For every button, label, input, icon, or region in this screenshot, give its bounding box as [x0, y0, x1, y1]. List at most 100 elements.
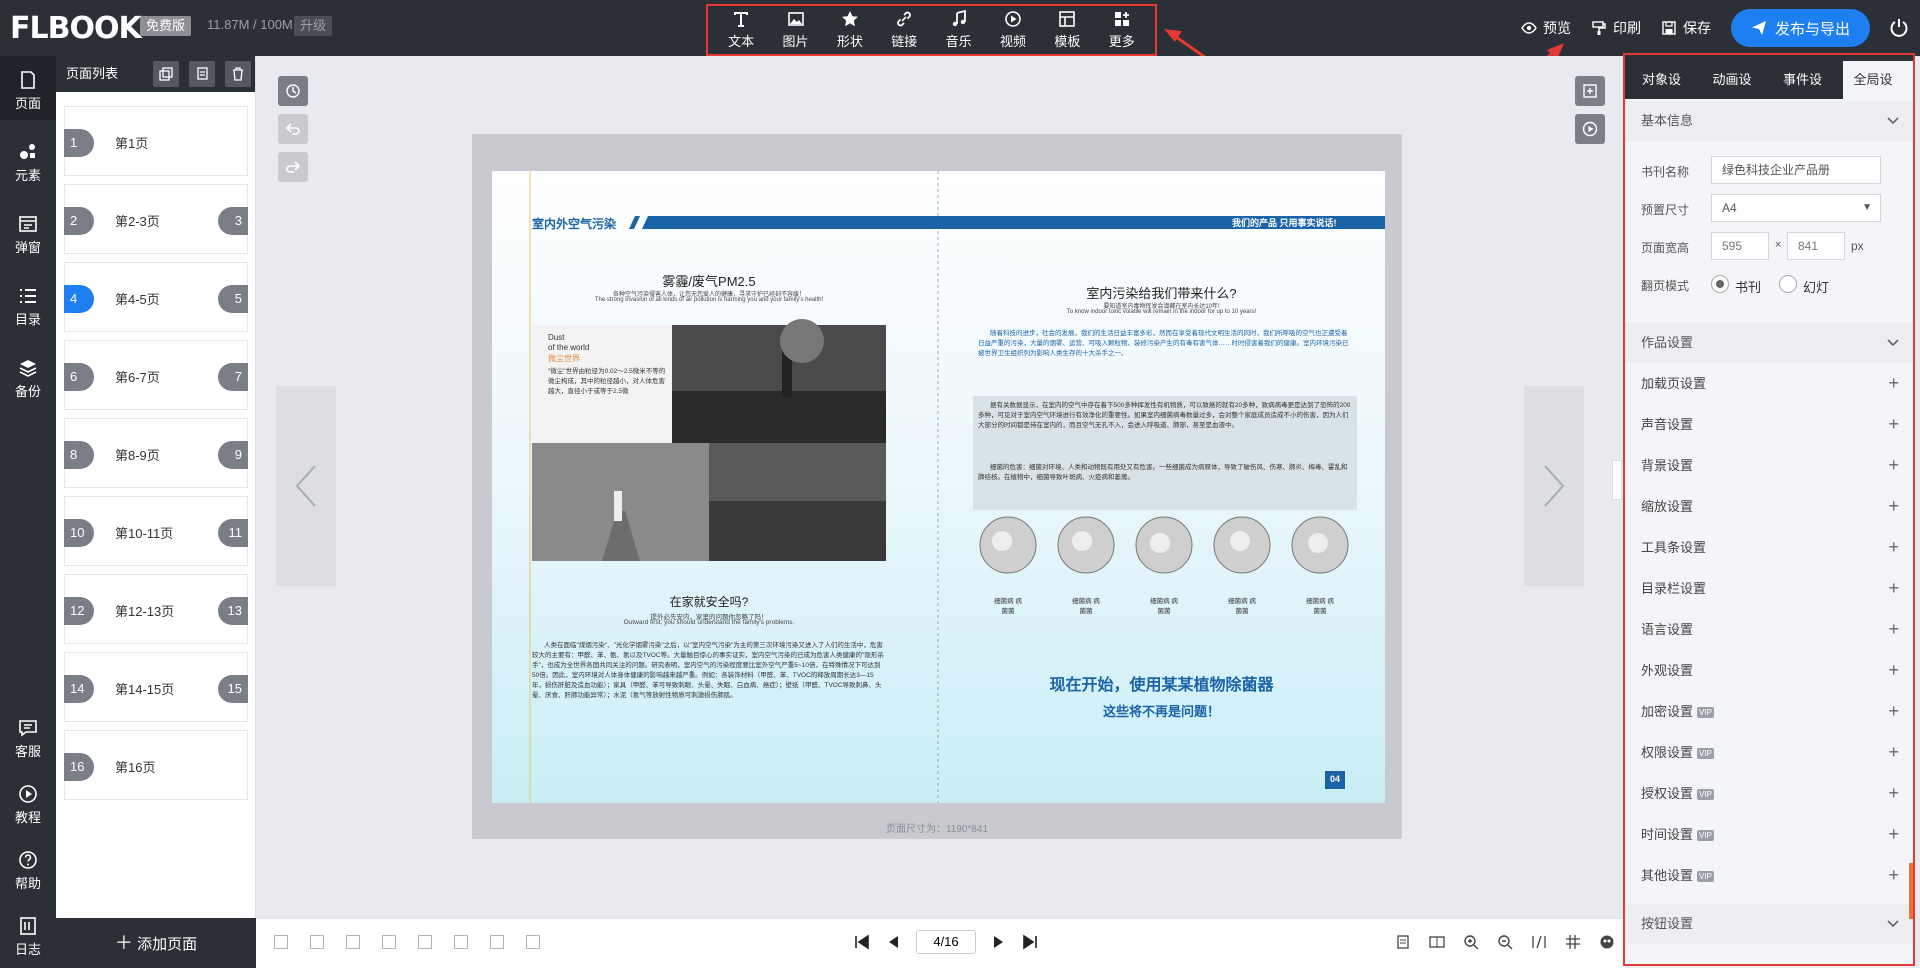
last-page-icon[interactable] [1022, 934, 1038, 950]
section-work-settings[interactable]: 作品设置 [1625, 323, 1913, 363]
prev-page-button[interactable] [276, 386, 336, 586]
page-card[interactable]: 4 5 第4-5页 [64, 262, 248, 332]
settings-item[interactable]: 工具条设置 + [1625, 527, 1913, 568]
nav-log[interactable]: 日志 [0, 916, 56, 958]
zoom-out-icon[interactable] [1497, 934, 1513, 950]
duplicate-page-button[interactable] [189, 61, 215, 87]
delete-page-button[interactable] [225, 61, 251, 87]
power-icon[interactable] [1888, 17, 1910, 39]
double-page-icon[interactable] [1429, 934, 1445, 950]
pages-icon [197, 67, 208, 80]
tool-link[interactable]: 链接 [891, 10, 917, 50]
settings-item[interactable]: 权限设置 VIP + [1625, 732, 1913, 773]
tab-global-settings[interactable]: 全局设置 [1842, 61, 1913, 125]
nav-elements[interactable]: 元素 [0, 142, 56, 184]
page-card[interactable]: 14 15 第14-15页 [64, 652, 248, 722]
prev-page-icon[interactable] [886, 934, 902, 950]
align-right-icon[interactable] [346, 935, 360, 949]
next-page-button[interactable] [1524, 386, 1584, 586]
vip-badge: VIP [1697, 871, 1714, 883]
print-button[interactable]: 印刷 [1591, 18, 1641, 38]
flip-book-radio[interactable] [1711, 275, 1729, 293]
icon-caption: 细菌病 病菌菌 [1228, 598, 1256, 615]
align-tools [274, 935, 562, 949]
align-bottom-icon[interactable] [454, 935, 468, 949]
settings-item[interactable]: 背景设置 + [1625, 445, 1913, 486]
nav-backup[interactable]: 备份 [0, 358, 56, 400]
settings-item[interactable]: 缩放设置 + [1625, 486, 1913, 527]
tool-more[interactable]: 更多 [1109, 10, 1135, 50]
nav-support[interactable]: 客服 [0, 718, 56, 760]
page-number-input[interactable]: 4/16 [916, 930, 976, 954]
preset-size-select[interactable]: A4 ▼ [1711, 194, 1881, 222]
book-name-input[interactable]: 绿色科技企业产品册 [1711, 156, 1881, 184]
add-page-button[interactable]: ＋ 添加页面 [56, 918, 256, 968]
page-card[interactable]: 8 9 第8-9页 [64, 418, 248, 488]
page-card[interactable]: 16 第16页 [64, 730, 248, 800]
tool-text[interactable]: 文本 [728, 10, 754, 50]
settings-item[interactable]: 加密设置 VIP + [1625, 691, 1913, 732]
plus-icon: + [1888, 742, 1899, 762]
zoom-in-icon[interactable] [1463, 934, 1479, 950]
page-card[interactable]: 2 3 第2-3页 [64, 184, 248, 254]
first-page-icon[interactable] [854, 934, 870, 950]
section-button-settings[interactable]: 按钮设置 [1625, 904, 1913, 944]
settings-item[interactable]: 外观设置 + [1625, 650, 1913, 691]
page-card[interactable]: 1 第1页 [64, 106, 248, 176]
upgrade-button[interactable]: 升级 [294, 16, 333, 36]
tab-object-settings[interactable]: 对象设置 [1631, 61, 1702, 125]
tool-music[interactable]: 音乐 [946, 10, 972, 50]
settings-item[interactable]: 加载页设置 + [1625, 363, 1913, 404]
play-preview-button[interactable] [1575, 114, 1605, 144]
settings-item[interactable]: 语言设置 + [1625, 609, 1913, 650]
flip-slide-radio[interactable] [1779, 275, 1797, 293]
tool-shape[interactable]: 形状 [837, 10, 863, 50]
distribute-v-icon[interactable] [526, 935, 540, 949]
nav-tutorial[interactable]: 教程 [0, 784, 56, 826]
next-page-icon[interactable] [990, 934, 1006, 950]
align-left-icon[interactable] [274, 935, 288, 949]
ruler-icon[interactable] [1531, 934, 1547, 950]
book-spread[interactable]: 室内外空气污染 我们的产品 只用事实说话! 雾霾/废气PM2.5 各种空气污染侵… [492, 171, 1385, 803]
align-center-icon[interactable] [310, 935, 324, 949]
nav-toc[interactable]: 目录 [0, 286, 56, 328]
distribute-h-icon[interactable] [490, 935, 504, 949]
page-card[interactable]: 10 11 第10-11页 [64, 496, 248, 566]
settings-item[interactable]: 其他设置 VIP + [1625, 855, 1913, 896]
settings-item[interactable]: 时间设置 VIP + [1625, 814, 1913, 855]
tool-video[interactable]: 视频 [1000, 10, 1026, 50]
section-basic-info[interactable]: 基本信息 [1625, 101, 1913, 141]
link-icon [897, 11, 912, 27]
align-top-icon[interactable] [382, 935, 396, 949]
trash-icon [233, 67, 243, 81]
single-page-icon[interactable] [1395, 934, 1411, 950]
theme-icon[interactable] [1599, 934, 1615, 950]
nav-page[interactable]: 页面 [0, 56, 56, 120]
panel-scrollbar[interactable] [1909, 863, 1913, 919]
settings-item[interactable]: 授权设置 VIP + [1625, 773, 1913, 814]
publish-button[interactable]: 发布与导出 [1730, 9, 1870, 47]
collapse-handle-right[interactable] [1612, 460, 1622, 500]
page-height-input[interactable]: 841 [1787, 232, 1845, 260]
copy-page-button[interactable] [153, 61, 179, 87]
page-card[interactable]: 12 13 第12-13页 [64, 574, 248, 644]
preview-button[interactable]: 预览 [1521, 18, 1571, 38]
tool-image[interactable]: 图片 [783, 10, 809, 50]
undo-button[interactable] [278, 114, 308, 144]
history-button[interactable] [278, 76, 308, 106]
nav-help[interactable]: 帮助 [0, 850, 56, 892]
redo-button[interactable] [278, 152, 308, 182]
tab-event-settings[interactable]: 事件设置 [1772, 61, 1843, 125]
grid-icon[interactable] [1565, 934, 1581, 950]
page-width-input[interactable]: 595 [1711, 232, 1769, 260]
settings-item[interactable]: 目录栏设置 + [1625, 568, 1913, 609]
tool-template[interactable]: 模板 [1054, 10, 1080, 50]
nav-popup[interactable]: 弹窗 [0, 214, 56, 256]
vip-badge: VIP [1697, 707, 1714, 719]
add-layer-button[interactable] [1575, 76, 1605, 106]
tab-animation-settings[interactable]: 动画设置 [1702, 61, 1773, 125]
save-button[interactable]: 保存 [1661, 18, 1711, 38]
page-card[interactable]: 6 7 第6-7页 [64, 340, 248, 410]
settings-item[interactable]: 声音设置 + [1625, 404, 1913, 445]
align-middle-icon[interactable] [418, 935, 432, 949]
